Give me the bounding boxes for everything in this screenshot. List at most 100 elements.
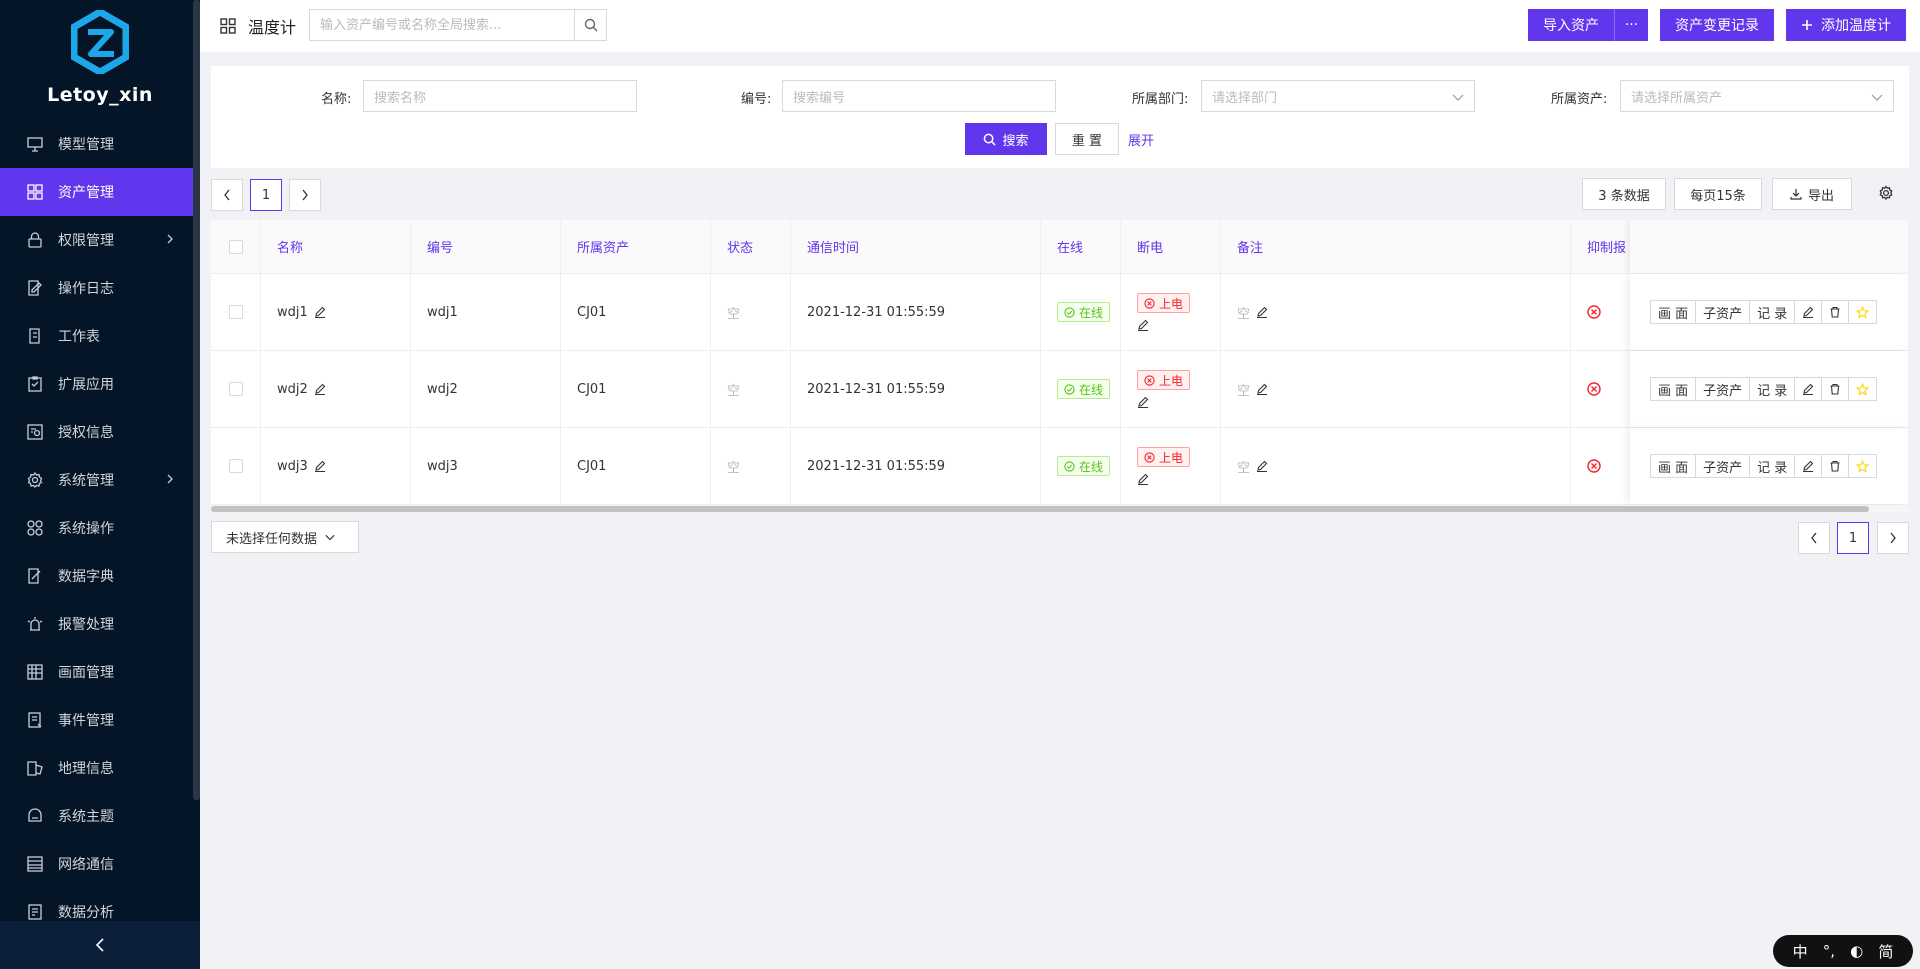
global-search-button[interactable] [574,10,606,40]
ime-mode[interactable]: 简 [1878,941,1893,962]
cell-status: 空 [711,428,791,504]
footer-next-page-button[interactable] [1877,522,1909,554]
sub-asset-button[interactable]: 子资产 [1696,301,1751,323]
asset-filter-select[interactable]: 请选择所属资产 [1620,80,1894,112]
edit-icon[interactable] [314,306,326,318]
prev-page-button[interactable] [211,179,243,211]
export-button[interactable]: 导出 [1772,178,1852,210]
asset-name[interactable]: wdj3 [277,459,308,474]
favorite-button[interactable] [1849,301,1877,323]
filter-expand-link[interactable]: 展开 [1128,130,1154,149]
table-horizontal-scrollbar[interactable] [211,505,1909,513]
favorite-button[interactable] [1849,455,1877,477]
sidebar-item-5[interactable]: 扩展应用 [0,360,200,408]
global-search-input[interactable] [310,10,574,40]
filter-search-button[interactable]: 搜索 [965,123,1047,155]
sidebar-item-13[interactable]: 地理信息 [0,744,200,792]
sidebar-item-15[interactable]: 网络通信 [0,840,200,888]
sidebar-item-1[interactable]: 资产管理 [0,168,193,216]
favorite-button[interactable] [1849,378,1877,400]
edit-icon [1803,460,1814,472]
change-log-button[interactable]: 资产变更记录 [1660,9,1774,41]
import-asset-button[interactable]: 导入资产 [1528,9,1614,41]
record-button[interactable]: 记 录 [1750,378,1796,400]
canvas-button[interactable]: 画 面 [1651,301,1697,323]
row-checkbox[interactable] [229,382,243,396]
code-filter-input[interactable]: 搜索编号 [782,80,1056,112]
next-page-button[interactable] [289,179,321,211]
col-status[interactable]: 状态 [711,220,791,273]
cell-status: 空 [711,274,791,350]
dept-filter-select[interactable]: 请选择部门 [1201,80,1475,112]
edit-icon[interactable] [314,383,326,395]
select-all-checkbox[interactable] [229,239,243,254]
add-thermometer-button[interactable]: 添加温度计 [1786,9,1906,41]
sidebar-item-0[interactable]: 模型管理 [0,120,200,168]
record-button[interactable]: 记 录 [1750,301,1796,323]
selection-dropdown[interactable]: 未选择任何数据 [211,521,359,553]
table-row[interactable]: wdj2 wdj2 CJ01 空 2021-12-31 01:55:59 在线 上电空 画 面… [211,351,1909,428]
table-row[interactable]: wdj3 wdj3 CJ01 空 2021-12-31 01:55:59 在线 上电空 画 面… [211,428,1909,505]
sidebar-item-14[interactable]: 系统主题 [0,792,200,840]
edit-icon[interactable] [314,460,326,472]
ime-lang[interactable]: 中 [1793,941,1808,962]
edit-icon[interactable] [1137,319,1149,331]
sidebar-item-4[interactable]: 工作表 [0,312,200,360]
row-checkbox[interactable] [229,459,243,473]
sub-asset-button[interactable]: 子资产 [1696,455,1751,477]
sidebar-item-8[interactable]: 系统操作 [0,504,200,552]
sidebar-item-11[interactable]: 画面管理 [0,648,200,696]
edit-icon[interactable] [1256,383,1268,395]
col-asset[interactable]: 所属资产 [561,220,711,273]
sidebar-scrollbar[interactable] [193,0,200,800]
edit-icon[interactable] [1137,473,1149,485]
ime-punct[interactable]: °, [1823,942,1835,960]
asset-name[interactable]: wdj1 [277,305,308,320]
close-circle-icon[interactable] [1587,305,1601,319]
col-time[interactable]: 通信时间 [791,220,1041,273]
edit-button[interactable] [1795,301,1823,323]
col-suppress[interactable]: 抑制报 [1571,220,1909,273]
import-more-button[interactable]: ··· [1614,9,1648,41]
page-size-button[interactable]: 每页15条 [1674,178,1762,210]
edit-button[interactable] [1795,455,1823,477]
canvas-button[interactable]: 画 面 [1651,378,1697,400]
delete-button[interactable] [1822,455,1850,477]
sidebar-item-10[interactable]: 报警处理 [0,600,200,648]
table-scroll-thumb[interactable] [211,506,1869,512]
record-count-button[interactable]: 3 条数据 [1582,178,1666,210]
filter-reset-button[interactable]: 重 置 [1055,123,1119,155]
footer-page-number[interactable]: 1 [1837,522,1869,554]
edit-button[interactable] [1795,378,1823,400]
asset-name[interactable]: wdj2 [277,382,308,397]
col-online[interactable]: 在线 [1041,220,1121,273]
sidebar-item-6[interactable]: 授权信息 [0,408,200,456]
close-circle-icon[interactable] [1587,459,1601,473]
sidebar-item-7[interactable]: 系统管理 [0,456,200,504]
ime-toolbar[interactable]: 中 °, ◐ 简 [1773,935,1913,967]
sidebar-item-2[interactable]: 权限管理 [0,216,200,264]
settings-button[interactable] [1878,185,1894,205]
sub-asset-button[interactable]: 子资产 [1696,378,1751,400]
page-number[interactable]: 1 [250,179,282,211]
edit-icon[interactable] [1137,396,1149,408]
table-row[interactable]: wdj1 wdj1 CJ01 空 2021-12-31 01:55:59 在线 上电空 画 面… [211,274,1909,351]
sidebar-item-9[interactable]: 数据字典 [0,552,200,600]
col-name[interactable]: 名称 [261,220,411,273]
col-power[interactable]: 断电 [1121,220,1221,273]
record-button[interactable]: 记 录 [1750,455,1796,477]
sidebar-item-3[interactable]: 操作日志 [0,264,200,312]
col-note[interactable]: 备注 [1221,220,1571,273]
row-checkbox[interactable] [229,305,243,319]
delete-button[interactable] [1822,378,1850,400]
delete-button[interactable] [1822,301,1850,323]
footer-prev-page-button[interactable] [1798,522,1830,554]
edit-icon[interactable] [1256,460,1268,472]
sidebar-item-12[interactable]: 事件管理 [0,696,200,744]
name-filter-input[interactable]: 搜索名称 [363,80,637,112]
close-circle-icon[interactable] [1587,382,1601,396]
canvas-button[interactable]: 画 面 [1651,455,1697,477]
sidebar-collapse-button[interactable] [0,921,200,969]
edit-icon[interactable] [1256,306,1268,318]
col-code[interactable]: 编号 [411,220,561,273]
